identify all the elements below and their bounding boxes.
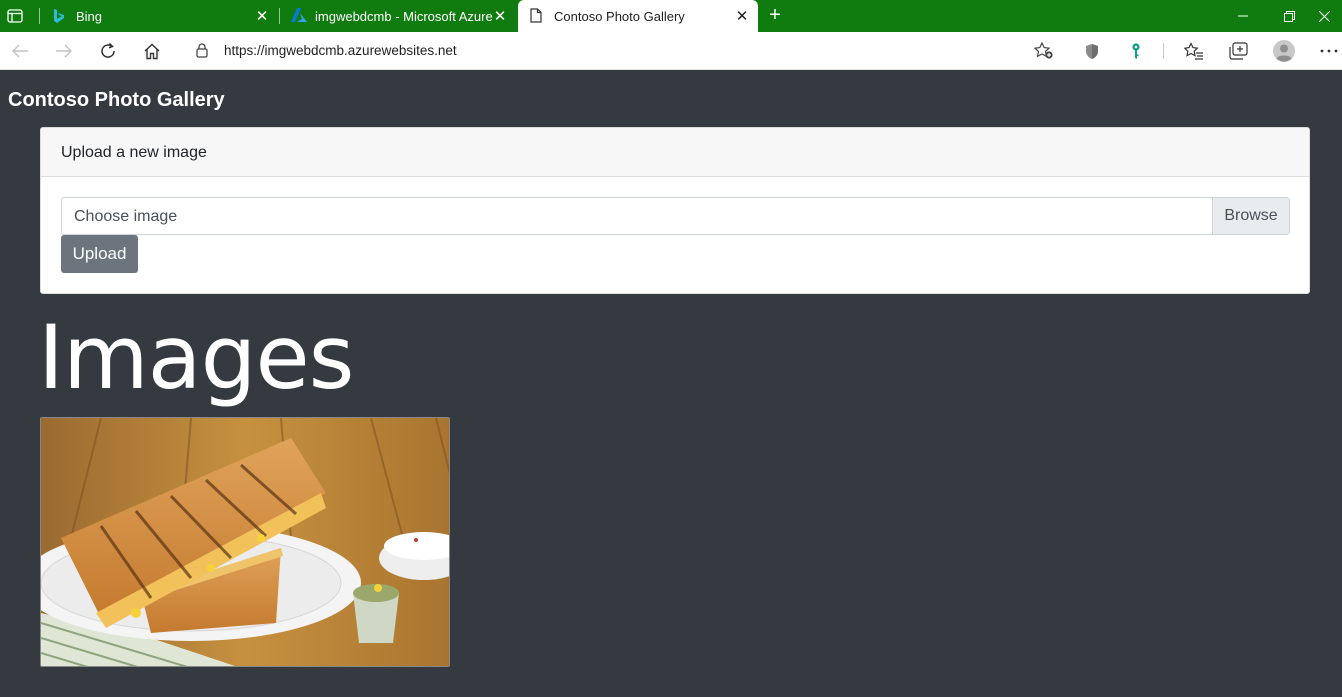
- browser-tab-strip: Bing ✕ imgwebdcmb - Microsoft Azure ✕ Co…: [0, 0, 1342, 33]
- forward-icon[interactable]: [50, 37, 78, 65]
- upload-button[interactable]: Upload: [61, 235, 138, 273]
- page-icon: [530, 8, 542, 26]
- minimize-icon[interactable]: [1220, 0, 1266, 32]
- new-tab-icon[interactable]: +: [764, 5, 786, 27]
- tab-azure[interactable]: imgwebdcmb - Microsoft Azure ✕: [280, 0, 516, 32]
- close-window-icon[interactable]: [1306, 0, 1342, 32]
- add-favorite-icon[interactable]: [1033, 41, 1054, 65]
- images-heading: Images: [38, 306, 354, 409]
- tab-title: Bing: [76, 8, 103, 24]
- back-icon[interactable]: [6, 37, 34, 65]
- bing-logo-icon: [52, 8, 66, 27]
- collections-icon[interactable]: [1224, 37, 1252, 65]
- tab-title: Contoso Photo Gallery: [554, 9, 685, 24]
- browse-button[interactable]: Browse: [1212, 198, 1289, 234]
- favorites-icon[interactable]: [1180, 37, 1208, 65]
- home-icon[interactable]: [138, 37, 166, 65]
- tab-actions-icon[interactable]: [4, 6, 26, 26]
- profile-avatar-icon[interactable]: [1270, 37, 1298, 65]
- tab-contoso-photo-gallery[interactable]: Contoso Photo Gallery ✕: [518, 0, 758, 33]
- url-text: https://imgwebdcmb.azurewebsites.net: [224, 43, 457, 58]
- upload-card: Upload a new image Choose image Browse U…: [40, 127, 1310, 294]
- gallery-image-sandwich[interactable]: [40, 417, 450, 667]
- tab-bing[interactable]: Bing ✕: [40, 0, 278, 32]
- toolbar-divider: [1163, 43, 1164, 59]
- file-input-placeholder: Choose image: [74, 208, 178, 225]
- close-icon[interactable]: ✕: [492, 8, 508, 25]
- azure-logo-icon: [291, 8, 307, 25]
- browser-toolbar: https://imgwebdcmb.azurewebsites.net: [0, 32, 1342, 70]
- upload-card-title: Upload a new image: [61, 144, 207, 161]
- site-brand[interactable]: Contoso Photo Gallery: [8, 89, 225, 112]
- address-bar[interactable]: https://imgwebdcmb.azurewebsites.net: [180, 36, 1064, 66]
- lock-icon[interactable]: [196, 43, 208, 63]
- close-icon[interactable]: ✕: [734, 8, 750, 25]
- refresh-icon[interactable]: [94, 37, 122, 65]
- more-options-icon[interactable]: [1315, 37, 1342, 65]
- tab-title: imgwebdcmb - Microsoft Azure: [315, 8, 493, 24]
- file-input[interactable]: Choose image Browse: [61, 197, 1290, 235]
- close-icon[interactable]: ✕: [254, 8, 270, 25]
- upload-card-header: Upload a new image: [41, 128, 1309, 177]
- shield-icon[interactable]: [1078, 37, 1106, 65]
- key-icon[interactable]: [1122, 37, 1150, 65]
